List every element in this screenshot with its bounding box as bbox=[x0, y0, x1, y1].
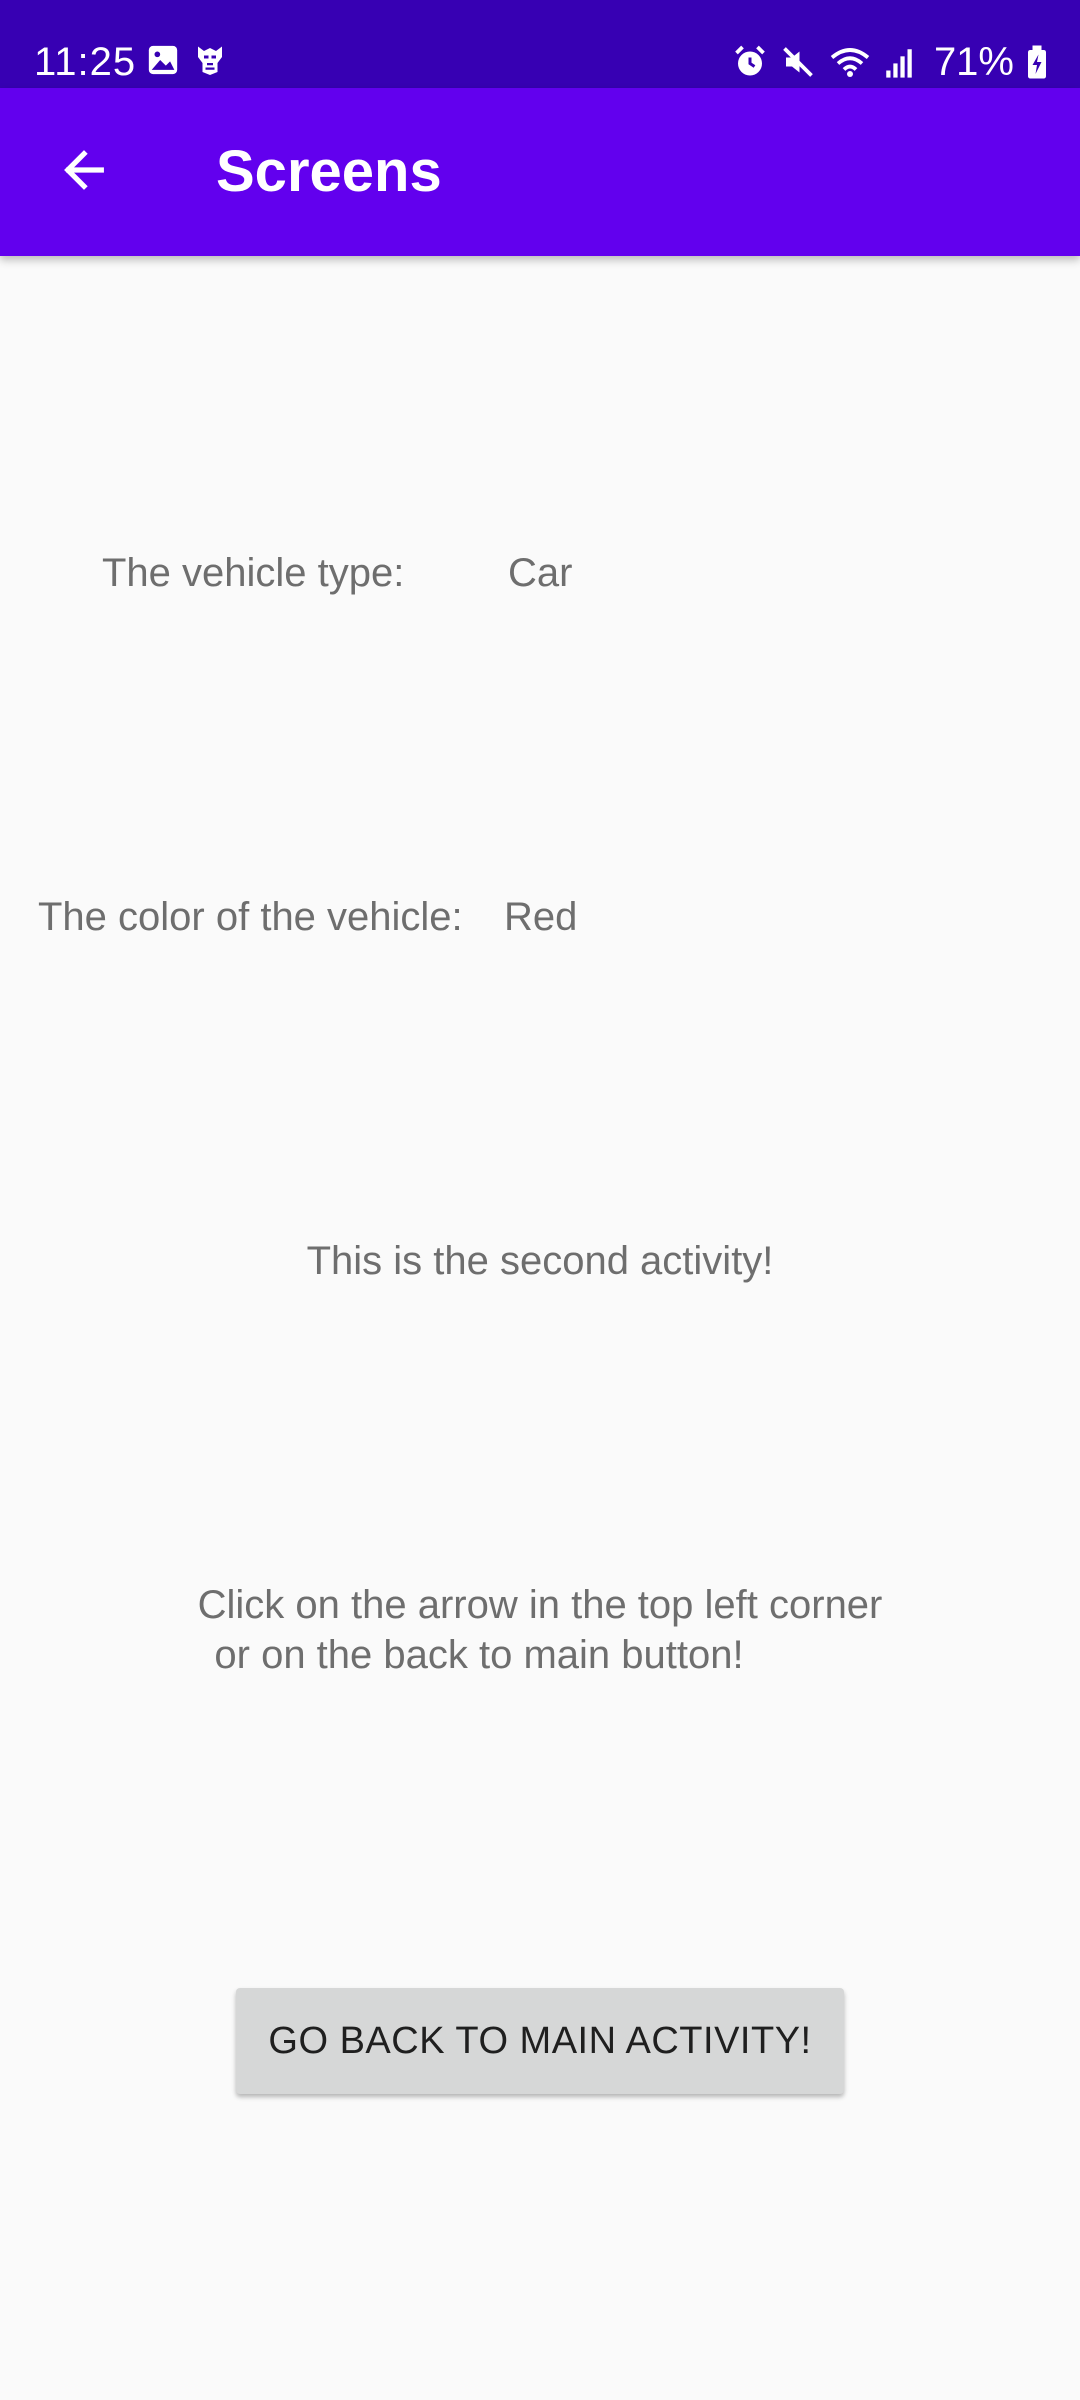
instruction-line-1: Click on the arrow in the top left corne… bbox=[197, 1583, 883, 1627]
mute-icon bbox=[780, 44, 816, 80]
back-button[interactable] bbox=[40, 128, 128, 216]
status-right-icons: 71% bbox=[732, 38, 1048, 86]
wifi-icon bbox=[828, 44, 872, 80]
status-time: 11:25 bbox=[34, 40, 137, 84]
app-bar: Screens bbox=[0, 88, 1080, 256]
signal-icon bbox=[884, 45, 914, 79]
second-activity-text: This is the second activity! bbox=[306, 1239, 774, 1283]
back-to-main-button[interactable]: GO BACK TO MAIN ACTIVITY! bbox=[236, 1988, 844, 2094]
battery-percent: 71% bbox=[933, 40, 1014, 84]
instruction-line-2: or on the back to main button! bbox=[214, 1633, 744, 1677]
vehicle-color-label: The color of the vehicle: bbox=[38, 895, 463, 939]
status-left-icons bbox=[146, 42, 228, 78]
page-title: Screens bbox=[216, 139, 442, 204]
transformers-icon bbox=[192, 42, 228, 78]
instruction-text: Click on the arrow in the top left corne… bbox=[0, 1580, 1080, 1680]
vehicle-type-label: The vehicle type: bbox=[102, 551, 405, 595]
status-bar: 11:25 71% bbox=[0, 0, 1080, 88]
battery-icon bbox=[1026, 44, 1048, 80]
vehicle-color-value: Red bbox=[504, 895, 578, 939]
arrow-back-icon bbox=[58, 144, 110, 201]
image-icon bbox=[146, 43, 180, 77]
alarm-icon bbox=[732, 44, 768, 80]
vehicle-type-value: Car bbox=[508, 551, 573, 595]
